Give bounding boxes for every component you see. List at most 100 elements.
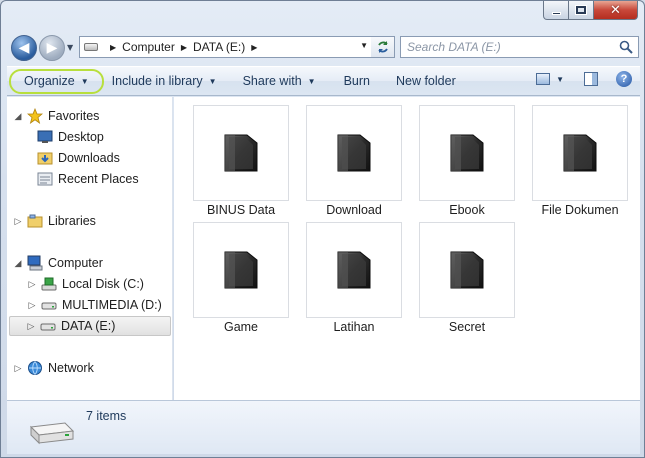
folder-icon (224, 251, 258, 289)
item-count: 7 items (86, 409, 127, 423)
folder-icon (563, 134, 597, 172)
folder-item[interactable] (419, 222, 515, 318)
tree-favorites[interactable]: ◢ Favorites (13, 106, 99, 126)
recent-pages-button[interactable]: ▼ (67, 43, 75, 53)
minimize-icon (551, 11, 561, 15)
close-button[interactable]: ✕ (594, 1, 638, 20)
search-input[interactable]: Search DATA (E:) (400, 36, 639, 58)
tree-downloads[interactable]: Downloads (37, 148, 120, 168)
chevron-down-icon: ▼ (80, 76, 89, 86)
maximize-button[interactable] (569, 1, 594, 20)
tree-network[interactable]: ▷ Network (13, 358, 94, 378)
expand-arrow-icon[interactable]: ◢ (13, 258, 23, 269)
folder-item[interactable] (532, 105, 628, 201)
folder-item[interactable] (193, 222, 289, 318)
tree-favorites-label: Favorites (48, 109, 100, 123)
explorer-window: ✕ ◀ ▶ ▼ ▶ Computer ▶ DATA (E:) ▶ ▼ Searc… (0, 0, 645, 458)
tree-computer-label: Computer (48, 256, 103, 270)
change-view-icon[interactable] (536, 73, 551, 85)
tree-libraries[interactable]: ▷ Libraries (13, 211, 96, 231)
breadcrumb-computer[interactable]: Computer (122, 40, 175, 54)
collapsed-arrow-icon[interactable]: ▷ (13, 363, 23, 374)
arrow-right-icon: ▶ (46, 40, 58, 56)
chevron-down-icon[interactable]: ▼ (360, 41, 368, 50)
refresh-button[interactable] (371, 36, 395, 58)
magnifier-icon[interactable] (619, 40, 633, 54)
tree-downloads-label: Downloads (58, 151, 120, 165)
chevron-down-icon[interactable]: ▼ (556, 75, 564, 84)
details-pane: 7 items (7, 400, 640, 454)
new-folder-label: New folder (395, 74, 456, 88)
arrow-left-icon: ◀ (18, 40, 30, 56)
include-in-library-label: Include in library (111, 74, 203, 88)
folder-label[interactable]: File Dokumen (524, 203, 636, 217)
organize-button[interactable]: Organize ▼ (9, 68, 104, 94)
tree-desktop[interactable]: Desktop (37, 127, 104, 147)
close-icon: ✕ (610, 2, 621, 18)
chevron-right-icon[interactable]: ▶ (110, 43, 116, 52)
system-drive-icon (41, 276, 57, 292)
folder-label[interactable]: Ebook (411, 203, 523, 217)
chevron-right-icon[interactable]: ▶ (181, 43, 187, 52)
collapsed-arrow-icon[interactable]: ▷ (26, 321, 36, 332)
search-placeholder: Search DATA (E:) (407, 40, 501, 54)
tree-computer[interactable]: ◢ Computer (13, 253, 103, 273)
folder-icon (450, 134, 484, 172)
chevron-right-icon[interactable]: ▶ (251, 43, 257, 52)
star-icon (27, 108, 43, 124)
folder-label[interactable]: Secret (411, 320, 523, 334)
tree-multimedia-d[interactable]: ▷ MULTIMEDIA (D:) (27, 295, 162, 315)
downloads-folder-icon (37, 150, 53, 166)
folder-item[interactable] (306, 105, 402, 201)
breadcrumb-data-e[interactable]: DATA (E:) (193, 40, 245, 54)
tree-data-e[interactable]: ▷ DATA (E:) (9, 316, 171, 336)
burn-button[interactable]: Burn (336, 70, 378, 92)
collapsed-arrow-icon[interactable]: ▷ (13, 216, 23, 227)
folder-label[interactable]: Download (298, 203, 410, 217)
tree-data-e-label: DATA (E:) (61, 319, 116, 333)
share-with-label: Share with (242, 74, 302, 88)
caption-buttons: ✕ (543, 1, 638, 21)
network-icon (27, 360, 43, 376)
desktop-icon (37, 129, 53, 145)
maximize-icon (575, 5, 587, 15)
folder-item[interactable] (419, 105, 515, 201)
help-icon[interactable]: ? (616, 71, 632, 87)
drive-icon (40, 318, 56, 334)
folder-icon (337, 251, 371, 289)
expand-arrow-icon[interactable]: ◢ (13, 111, 23, 122)
chevron-down-icon: ▼ (307, 76, 316, 86)
file-list: BINUS Data Download Ebook File Dokumen Game L… (174, 97, 640, 400)
tree-desktop-label: Desktop (58, 130, 104, 144)
command-bar: Organize ▼ Include in library ▼ Share wi… (7, 66, 640, 96)
folder-icon (450, 251, 484, 289)
organize-label: Organize (24, 74, 75, 88)
tree-libraries-label: Libraries (48, 214, 96, 228)
folder-item[interactable] (193, 105, 289, 201)
tree-recent-places[interactable]: Recent Places (37, 169, 139, 189)
forward-button[interactable]: ▶ (39, 35, 65, 61)
drive-icon (41, 297, 57, 313)
drive-icon (29, 422, 75, 445)
share-with-button[interactable]: Share with ▼ (235, 70, 324, 92)
minimize-button[interactable] (543, 1, 569, 20)
folder-item[interactable] (306, 222, 402, 318)
collapsed-arrow-icon[interactable]: ▷ (27, 300, 37, 311)
preview-pane-icon[interactable] (584, 72, 598, 86)
computer-icon (27, 255, 43, 271)
folder-label[interactable]: BINUS Data (185, 203, 297, 217)
new-folder-button[interactable]: New folder (388, 70, 464, 92)
folder-label[interactable]: Latihan (298, 320, 410, 334)
collapsed-arrow-icon[interactable]: ▷ (27, 279, 37, 290)
burn-label: Burn (343, 74, 370, 88)
drive-icon (84, 43, 98, 51)
tree-local-disk-c[interactable]: ▷ Local Disk (C:) (27, 274, 144, 294)
folder-label[interactable]: Game (185, 320, 297, 334)
address-bar[interactable]: ▶ Computer ▶ DATA (E:) ▶ ▼ (79, 36, 373, 58)
tree-multimedia-d-label: MULTIMEDIA (D:) (62, 298, 162, 312)
back-button[interactable]: ◀ (11, 35, 37, 61)
include-in-library-button[interactable]: Include in library ▼ (104, 70, 225, 92)
command-bar-right: ▼ ? (536, 71, 632, 87)
tree-local-disk-c-label: Local Disk (C:) (62, 277, 144, 291)
recent-places-icon (37, 171, 53, 187)
